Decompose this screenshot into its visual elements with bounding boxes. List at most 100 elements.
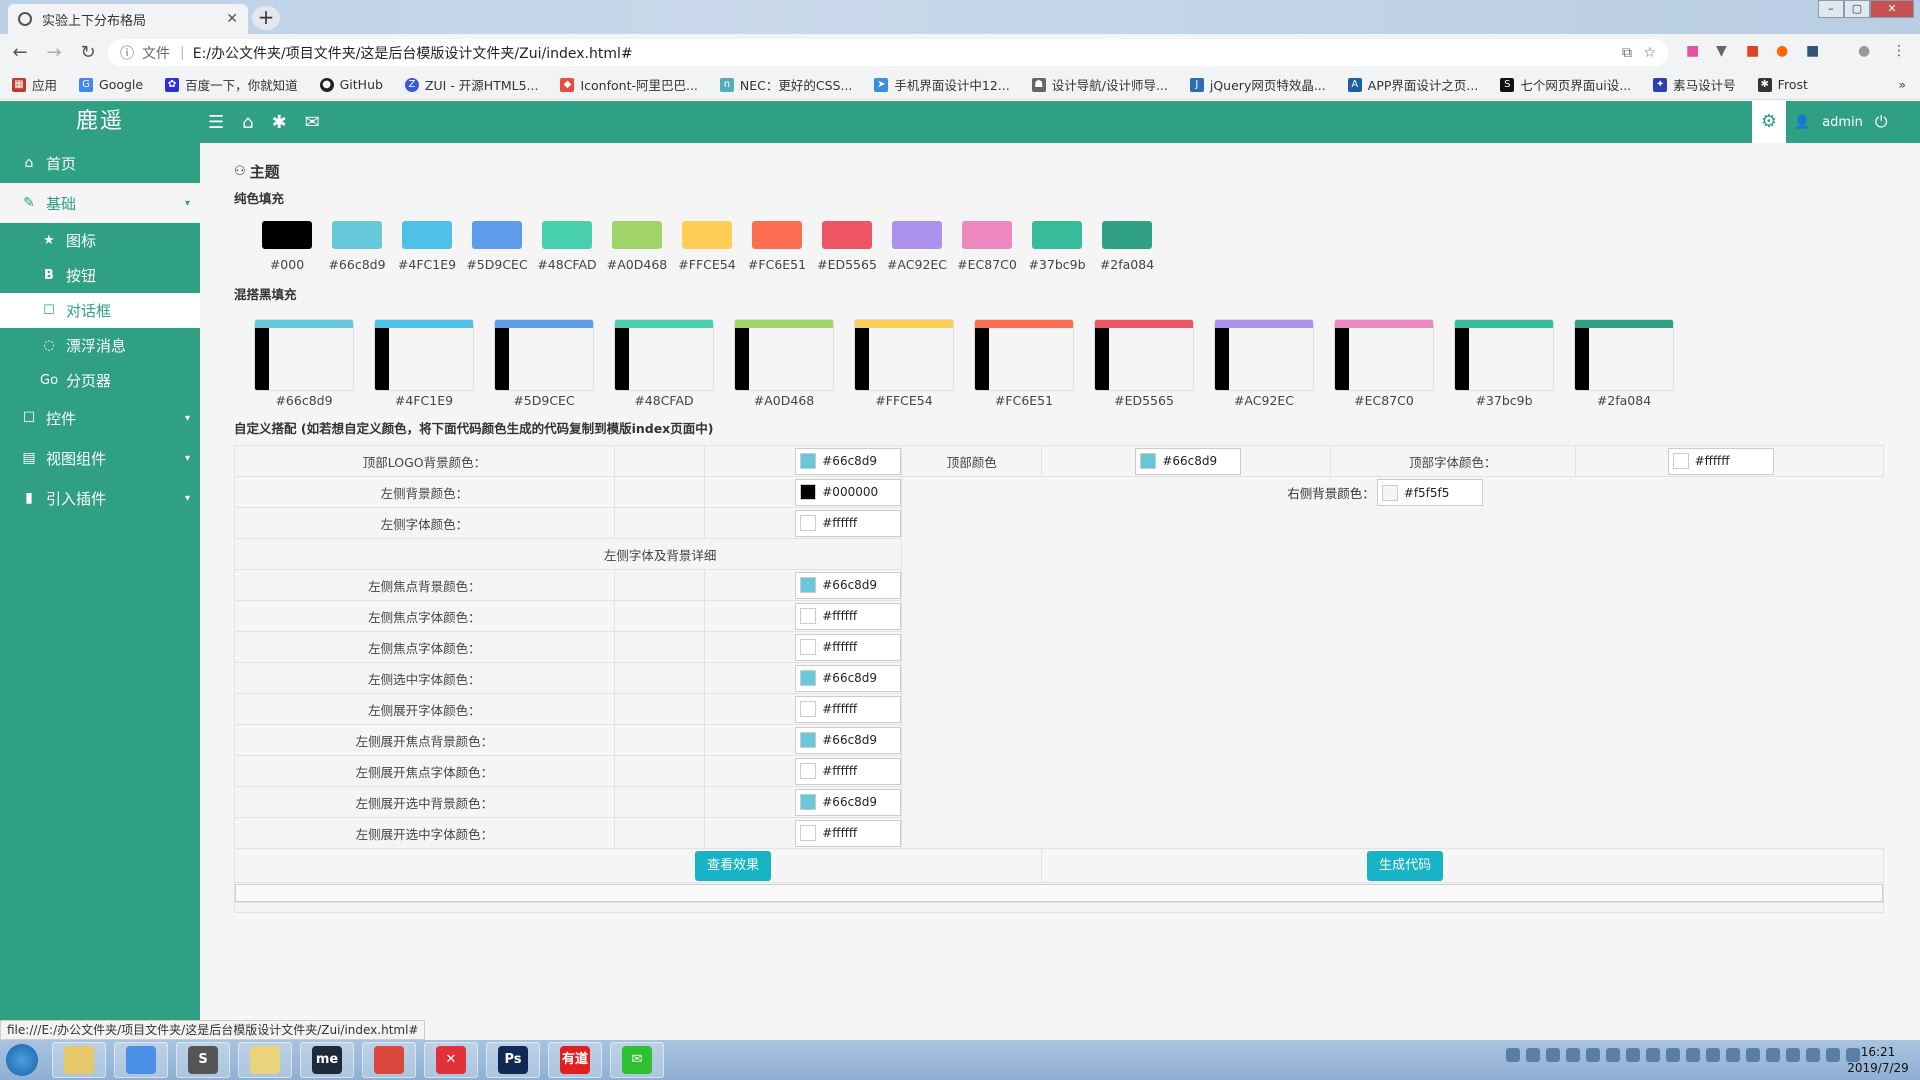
- tray-icon-9[interactable]: [1666, 1048, 1680, 1062]
- mix-swatch[interactable]: #FC6E51: [964, 319, 1084, 408]
- minimize-button[interactable]: –: [1818, 0, 1844, 18]
- browser-tab[interactable]: 实验上下分布格局 ✕: [8, 4, 248, 34]
- detail-color-input[interactable]: #66c8d9: [795, 788, 902, 816]
- bookmark-jquery[interactable]: JjQuery网页特效晶...: [1189, 75, 1326, 94]
- bookmark-app-design[interactable]: A APP界面设计之页...: [1347, 75, 1478, 94]
- taskbar-app-folder[interactable]: [238, 1042, 292, 1078]
- mix-swatch[interactable]: #FFCE54: [844, 319, 964, 408]
- bookmark-star-icon[interactable]: ☆: [1643, 45, 1656, 61]
- more-bookmarks-icon[interactable]: »: [1898, 77, 1906, 92]
- bookmark-github[interactable]: ● GitHub: [319, 77, 383, 92]
- mix-swatch[interactable]: #5D9CEC: [484, 319, 604, 408]
- solid-swatch[interactable]: #37bc9b: [1022, 221, 1092, 272]
- start-button[interactable]: [0, 1040, 44, 1080]
- tray-icon-13[interactable]: [1746, 1048, 1760, 1062]
- sidebar-item-basic[interactable]: ✎ 基础 ▾: [0, 183, 200, 223]
- bookmark-suma[interactable]: ✦ 素马设计号: [1653, 75, 1736, 94]
- tray-icon-3[interactable]: [1546, 1048, 1560, 1062]
- tray-icon-11[interactable]: [1706, 1048, 1720, 1062]
- logo-bg-input[interactable]: #66c8d9: [795, 447, 902, 475]
- bookmark-mobile-ui[interactable]: ➤ 手机界面设计中12...: [874, 75, 1010, 94]
- extension-icon-5[interactable]: ■: [1806, 43, 1819, 59]
- info-icon[interactable]: ⓘ: [120, 43, 134, 63]
- mix-swatch[interactable]: #ED5565: [1084, 319, 1204, 408]
- bookmark-nec[interactable]: n NEC：更好的CSS...: [719, 75, 852, 94]
- solid-swatch[interactable]: #ED5565: [812, 221, 882, 272]
- detail-color-input[interactable]: #ffffff: [795, 633, 902, 661]
- taskbar-app-chrome2[interactable]: [362, 1042, 416, 1078]
- tray-icon-17[interactable]: [1826, 1048, 1840, 1062]
- asterisk-icon[interactable]: ✱: [272, 112, 287, 133]
- taskbar-app-photoshop[interactable]: Ps: [486, 1042, 540, 1078]
- reload-icon[interactable]: ↻: [74, 42, 102, 63]
- extension-icon-4[interactable]: ●: [1776, 43, 1788, 59]
- tray-icon-1[interactable]: [1506, 1048, 1520, 1062]
- translate-icon[interactable]: ⧉: [1622, 45, 1632, 61]
- home-icon[interactable]: ⌂: [242, 112, 253, 133]
- detail-color-input[interactable]: #66c8d9: [795, 726, 902, 754]
- bookmark-apps[interactable]: ▦ 应用: [12, 75, 57, 94]
- bookmark-google[interactable]: G Google: [79, 77, 143, 92]
- taskbar-app-youdao[interactable]: 有道: [548, 1042, 602, 1078]
- code-output-area[interactable]: [234, 882, 1884, 903]
- back-icon[interactable]: ←: [6, 42, 34, 63]
- maximize-button[interactable]: ▢: [1844, 0, 1870, 18]
- tray-icon-12[interactable]: [1726, 1048, 1740, 1062]
- tray-icon-4[interactable]: [1566, 1048, 1580, 1062]
- solid-swatch[interactable]: #EC87C0: [952, 221, 1022, 272]
- solid-swatch[interactable]: #FC6E51: [742, 221, 812, 272]
- tray-icon-6[interactable]: [1606, 1048, 1620, 1062]
- solid-swatch[interactable]: #2fa084: [1092, 221, 1162, 272]
- taskbar-app-me[interactable]: me: [300, 1042, 354, 1078]
- power-icon[interactable]: ⏻: [1875, 112, 1888, 132]
- username[interactable]: admin: [1822, 115, 1863, 130]
- mail-icon[interactable]: ✉: [305, 112, 320, 133]
- solid-swatch[interactable]: #48CFAD: [532, 221, 602, 272]
- detail-color-input[interactable]: #ffffff: [795, 757, 902, 785]
- settings-gear-icon[interactable]: ⚙: [1752, 101, 1786, 143]
- profile-avatar-icon[interactable]: ●: [1858, 43, 1870, 59]
- taskbar-app-explorer[interactable]: [52, 1042, 106, 1078]
- mix-swatch[interactable]: #EC87C0: [1324, 319, 1444, 408]
- solid-swatch[interactable]: #5D9CEC: [462, 221, 532, 272]
- extension-icon-3[interactable]: ■: [1746, 43, 1759, 59]
- tray-icon-10[interactable]: [1686, 1048, 1700, 1062]
- user-icon[interactable]: 👤: [1794, 115, 1810, 130]
- taskbar-app-xmind[interactable]: ✕: [424, 1042, 478, 1078]
- menu-toggle-icon[interactable]: ☰: [208, 112, 224, 133]
- bookmark-design-nav[interactable]: ☗ 设计导航/设计师导...: [1031, 75, 1168, 94]
- tray-icon-15[interactable]: [1786, 1048, 1800, 1062]
- menu-kebab-icon[interactable]: ⋮: [1892, 43, 1906, 59]
- bookmark-baidu[interactable]: ✿ 百度一下，你就知道: [165, 75, 298, 94]
- sidebar-item-controls[interactable]: ☐ 控件 ▾: [0, 398, 200, 438]
- detail-color-input[interactable]: #66c8d9: [795, 664, 902, 692]
- bookmark-frost[interactable]: ✱ Frost: [1757, 77, 1808, 92]
- solid-swatch[interactable]: #AC92EC: [882, 221, 952, 272]
- top-color-input[interactable]: #66c8d9: [1135, 447, 1242, 475]
- tray-icon-8[interactable]: [1646, 1048, 1660, 1062]
- detail-color-input[interactable]: #ffffff: [795, 695, 902, 723]
- detail-color-input[interactable]: #ffffff: [795, 602, 902, 630]
- forward-icon[interactable]: →: [40, 42, 68, 63]
- solid-swatch[interactable]: #FFCE54: [672, 221, 742, 272]
- left-bg-input[interactable]: #000000: [795, 478, 902, 506]
- tray-icon-5[interactable]: [1586, 1048, 1600, 1062]
- sidebar-item-plugins[interactable]: ▮ 引入插件 ▾: [0, 478, 200, 518]
- mix-swatch[interactable]: #A0D468: [724, 319, 844, 408]
- taskbar-app-sublime[interactable]: S: [176, 1042, 230, 1078]
- detail-color-input[interactable]: #66c8d9: [795, 571, 902, 599]
- solid-swatch[interactable]: #000: [252, 221, 322, 272]
- new-tab-button[interactable]: +: [252, 6, 280, 30]
- url-input[interactable]: ⓘ 文件 | E:/办公文件夹/项目文件夹/这是后台模版设计文件夹/Zui/in…: [108, 39, 1668, 66]
- sidebar-sub-pager[interactable]: Go 分页器: [0, 363, 200, 398]
- solid-swatch[interactable]: #66c8d9: [322, 221, 392, 272]
- bookmark-iconfont[interactable]: ◆ Iconfont-阿里巴巴...: [560, 75, 698, 94]
- extension-icon-2[interactable]: ▼: [1716, 43, 1727, 59]
- top-font-input[interactable]: #ffffff: [1667, 447, 1774, 475]
- sidebar-item-home[interactable]: ⌂ 首页: [0, 143, 200, 183]
- sidebar-item-view-components[interactable]: ▤ 视图组件 ▾: [0, 438, 200, 478]
- sidebar-sub-icons[interactable]: ★ 图标: [0, 223, 200, 258]
- bookmark-zui[interactable]: Z ZUI - 开源HTML5...: [404, 75, 538, 94]
- sidebar-sub-float-message[interactable]: ◌ 漂浮消息: [0, 328, 200, 363]
- mix-swatch[interactable]: #AC92EC: [1204, 319, 1324, 408]
